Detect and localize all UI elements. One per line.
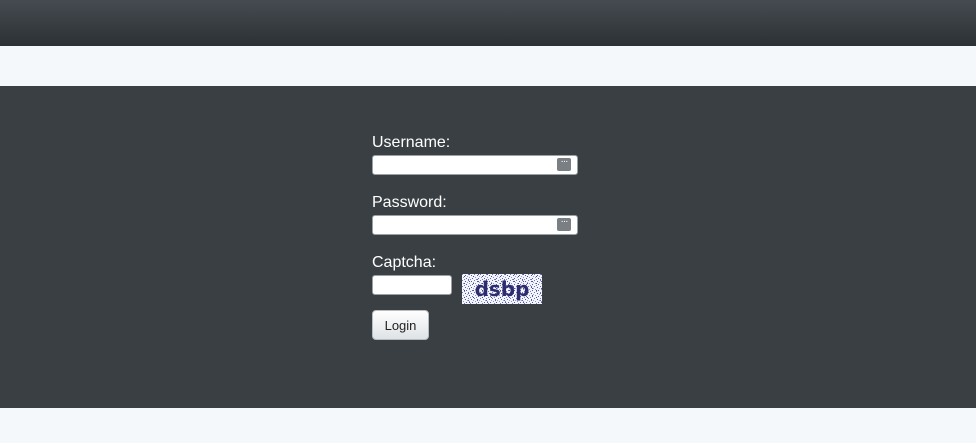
ellipsis-icon[interactable]: ··· — [557, 217, 571, 231]
sub-header-band — [0, 46, 976, 86]
password-field-wrapper: ··· — [372, 215, 578, 235]
captcha-row: dsbp — [372, 274, 592, 304]
ellipsis-icon[interactable]: ··· — [557, 157, 571, 171]
captcha-label: Captcha: — [372, 254, 437, 271]
login-form: Username: ··· Password: ··· Captcha: dsb… — [372, 133, 592, 340]
top-header-bar — [0, 0, 976, 46]
password-input[interactable] — [372, 215, 578, 235]
login-panel: Username: ··· Password: ··· Captcha: dsb… — [0, 86, 976, 408]
password-label: Password: — [372, 194, 447, 211]
username-field-wrapper: ··· — [372, 155, 578, 175]
login-button[interactable]: Login — [372, 310, 429, 340]
footer-band — [0, 408, 976, 443]
username-label: Username: — [372, 134, 451, 151]
captcha-image: dsbp — [462, 274, 542, 304]
captcha-text: dsbp — [475, 277, 530, 301]
captcha-input[interactable] — [372, 275, 452, 295]
username-input[interactable] — [372, 155, 578, 175]
